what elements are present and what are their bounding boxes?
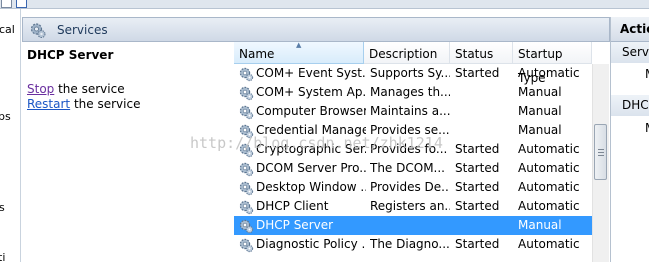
toolbar-strip — [0, 0, 649, 9]
service-status-cell: Started — [455, 199, 500, 213]
toolbar-button-icon[interactable] — [1, 0, 12, 8]
service-status-cell: Started — [455, 161, 500, 175]
actions-title: Actio — [611, 17, 649, 42]
gear-icon — [29, 21, 47, 42]
services-title: Services — [57, 23, 108, 37]
service-name-cell: COM+ System Ap... — [256, 85, 366, 99]
service-status-cell — [455, 83, 513, 102]
scrollbar-thumb[interactable] — [594, 124, 607, 180]
service-name-cell: Diagnostic Policy ... — [256, 237, 366, 251]
service-description-cell: Manages th... — [370, 85, 450, 99]
service-gear-icon — [238, 237, 254, 253]
actions-section-services[interactable]: Servic — [611, 42, 649, 63]
column-header-label: Name — [239, 47, 275, 61]
service-row[interactable]: Diagnostic Policy ... The Diagno... Starte… — [234, 235, 592, 254]
service-status-cell: Started — [455, 180, 500, 194]
service-status-cell: Started — [455, 237, 500, 251]
actions-section-dhcp[interactable]: DHCP — [611, 95, 649, 116]
service-startup-type-cell: Automatic — [518, 66, 580, 80]
stop-service-line: Stop the service — [27, 82, 125, 96]
service-name-cell: DHCP Client — [256, 199, 329, 213]
service-status-cell — [455, 121, 513, 140]
service-gear-icon — [238, 66, 254, 82]
service-row[interactable]: DHCP Server Manual — [234, 216, 592, 235]
service-name-cell: Desktop Window ... — [256, 180, 366, 194]
service-description-cell: Provides fo... — [370, 142, 448, 156]
service-startup-type-cell: Manual — [518, 123, 562, 137]
actions-more-item[interactable]: M — [645, 121, 649, 135]
service-name-cell: Credential Manager — [256, 123, 366, 137]
service-row[interactable]: Desktop Window ... Provides De... Started A… — [234, 178, 592, 197]
service-name-cell: COM+ Event Syst... — [256, 66, 366, 80]
service-row[interactable]: COM+ System Ap... Manages th... Manual — [234, 83, 592, 102]
service-row[interactable]: Cryptographic Ser... Provides fo... Starte… — [234, 140, 592, 159]
service-row[interactable]: DHCP Client Registers an... Started Automat… — [234, 197, 592, 216]
stop-service-link[interactable]: Stop — [27, 82, 54, 96]
console-tree-pane[interactable]: cal ps s ti — [0, 9, 21, 262]
service-gear-icon — [238, 142, 254, 158]
service-name-cell: DCOM Server Pro... — [256, 161, 366, 175]
service-gear-icon — [238, 180, 254, 196]
service-description-cell — [370, 216, 450, 235]
service-description-cell: The DCOM... — [370, 161, 445, 175]
service-startup-type-cell: Manual — [518, 218, 562, 232]
service-startup-type-cell: Automatic — [518, 180, 580, 194]
service-description-cell: The Diagno... — [370, 237, 450, 251]
service-name-cell: DHCP Server — [256, 218, 334, 232]
service-description-cell: Provides se... — [370, 123, 450, 137]
actions-pane: Actio Servic M DHCP M — [610, 17, 649, 262]
service-name-cell: Computer Browser — [256, 104, 366, 118]
service-gear-icon — [238, 218, 254, 234]
service-description-cell: Maintains a... — [370, 104, 450, 118]
service-startup-type-cell: Automatic — [518, 237, 580, 251]
service-row[interactable]: DCOM Server Pro... The DCOM... Started Auto… — [234, 159, 592, 178]
service-status-cell — [455, 216, 513, 235]
service-row[interactable]: COM+ Event Syst... Supports Sy... Started A… — [234, 64, 592, 83]
services-header-bar: Services — [22, 17, 610, 42]
column-header-name[interactable]: ▲ Name — [234, 41, 364, 64]
vertical-scrollbar[interactable] — [592, 64, 609, 262]
service-gear-icon — [238, 161, 254, 177]
service-startup-type-cell: Manual — [518, 85, 562, 99]
service-row[interactable]: Credential Manager Provides se... Manual — [234, 121, 592, 140]
column-header-status[interactable]: Status — [450, 42, 513, 64]
actions-more-item[interactable]: M — [645, 67, 649, 81]
selected-service-name: DHCP Server — [27, 48, 114, 62]
service-gear-icon — [238, 123, 254, 139]
service-gear-icon — [238, 85, 254, 101]
column-header-description[interactable]: Description — [364, 42, 450, 64]
service-startup-type-cell: Manual — [518, 104, 562, 118]
service-status-cell: Started — [455, 66, 500, 80]
service-description-cell: Registers an... — [370, 199, 450, 213]
tree-item-fragment[interactable]: ti — [0, 251, 5, 262]
column-header-startup-type[interactable]: Startup Type — [513, 42, 592, 85]
stop-service-text: the service — [54, 82, 125, 96]
service-status-cell — [455, 102, 513, 121]
column-header-label: Status — [455, 47, 494, 61]
service-description-cell: Supports Sy... — [370, 66, 450, 80]
toolbar-button-icon[interactable] — [16, 0, 27, 8]
service-description-cell: Provides De... — [370, 180, 450, 194]
restart-service-text: the service — [70, 97, 141, 111]
sort-ascending-icon: ▲ — [296, 41, 302, 49]
tree-item-fragment[interactable]: cal — [0, 23, 15, 36]
service-startup-type-cell: Automatic — [518, 161, 580, 175]
column-header-label: Description — [369, 47, 438, 61]
service-gear-icon — [238, 199, 254, 215]
service-status-cell: Started — [455, 142, 500, 156]
services-list[interactable]: ▲ Name Description Status Startup Type C… — [234, 41, 608, 262]
tree-item-fragment[interactable]: s — [0, 201, 5, 214]
tree-item-fragment[interactable]: ps — [0, 110, 11, 123]
restart-service-line: Restart the service — [27, 97, 140, 111]
service-row[interactable]: Computer Browser Maintains a... Manual — [234, 102, 592, 121]
service-startup-type-cell: Automatic — [518, 142, 580, 156]
service-name-cell: Cryptographic Ser... — [256, 142, 366, 156]
restart-service-link[interactable]: Restart — [27, 97, 70, 111]
column-header-row: ▲ Name Description Status Startup Type — [234, 41, 592, 85]
extended-description-panel: DHCP Server Stop the service Restart the… — [22, 42, 234, 262]
service-startup-type-cell: Automatic — [518, 199, 580, 213]
service-gear-icon — [238, 104, 254, 120]
